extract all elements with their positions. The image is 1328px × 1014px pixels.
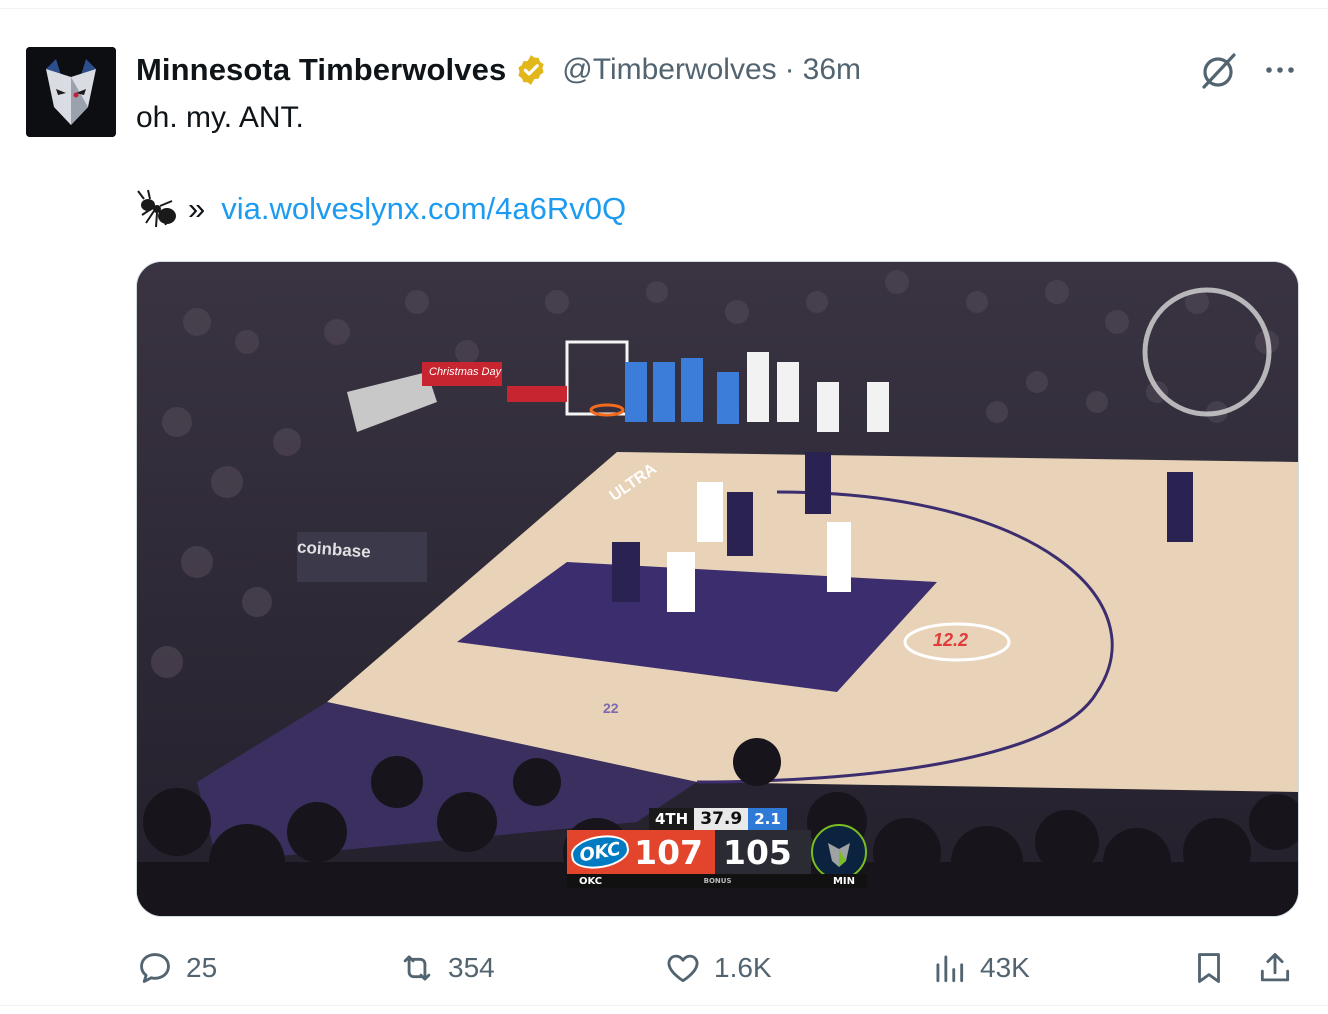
court-clock-display: 12.2 bbox=[933, 630, 969, 650]
game-period: 4TH bbox=[649, 808, 695, 830]
reply-count: 25 bbox=[186, 952, 218, 983]
views-count: 43K bbox=[980, 952, 1030, 983]
link-prefix: » bbox=[188, 191, 206, 226]
user-handle[interactable]: @Timberwolves bbox=[562, 53, 776, 87]
shot-clock: 2.1 bbox=[748, 808, 787, 830]
tweet-text: oh. my. ANT. bbox=[136, 101, 304, 134]
bonus-indicator: BONUS bbox=[703, 877, 732, 885]
tweet-video[interactable]: coinbase ULTRA Christmas Day 12.2 22 4TH… bbox=[136, 261, 1299, 917]
separator-dot: · bbox=[784, 53, 795, 86]
ant-emoji-icon bbox=[137, 189, 176, 228]
home-abbr: OKC bbox=[579, 875, 603, 887]
repost-icon bbox=[403, 955, 431, 981]
like-button[interactable]: 1.6K bbox=[664, 945, 772, 991]
scorebug-top: 4TH 37.9 2.1 bbox=[649, 808, 787, 830]
wolf-logo-icon bbox=[26, 47, 116, 137]
reply-button[interactable]: 25 bbox=[136, 945, 217, 991]
scorebug: 4TH 37.9 2.1 OKC 107 105 OKC BONUS MIN bbox=[567, 808, 867, 888]
profile-avatar[interactable] bbox=[26, 47, 116, 137]
repost-count: 354 bbox=[448, 952, 495, 983]
away-score-panel: 105 bbox=[715, 830, 811, 874]
more-icon[interactable] bbox=[1258, 55, 1302, 85]
banner-text: Christmas Day bbox=[429, 366, 502, 378]
tweet-card[interactable]: Minnesota Timberwolves @Timberwolves · 3… bbox=[0, 8, 1328, 1006]
repost-button[interactable]: 354 bbox=[398, 945, 495, 991]
share-button[interactable] bbox=[1256, 945, 1294, 991]
share-icon bbox=[1260, 953, 1290, 982]
scorebug-bottom: OKC BONUS MIN bbox=[567, 874, 867, 888]
timestamp[interactable]: 36m bbox=[803, 53, 861, 87]
home-score-panel: OKC 107 bbox=[567, 830, 715, 874]
state-farm-banner bbox=[507, 386, 567, 402]
tweet-header: Minnesota Timberwolves @Timberwolves · 3… bbox=[136, 51, 861, 89]
okc-logo-icon: OKC bbox=[568, 831, 632, 873]
like-icon bbox=[667, 954, 699, 983]
views-button[interactable]: 43K bbox=[930, 945, 1030, 991]
bookmark-button[interactable] bbox=[1190, 945, 1228, 991]
away-abbr: MIN bbox=[832, 875, 855, 887]
wolves-logo-icon bbox=[811, 824, 867, 880]
tweet-link[interactable]: via.wolveslynx.com/4a6Rv0Q bbox=[221, 191, 626, 227]
tweet-link-line: » via.wolveslynx.com/4a6Rv0Q bbox=[136, 187, 626, 231]
grok-icon[interactable] bbox=[1196, 49, 1240, 93]
views-icon bbox=[936, 955, 964, 983]
away-score: 105 bbox=[723, 832, 792, 872]
reply-icon bbox=[140, 953, 170, 983]
player-number: 22 bbox=[603, 700, 619, 716]
bookmark-icon bbox=[1198, 953, 1220, 983]
tweet-actions: 25 354 1.6K 43K bbox=[136, 945, 1300, 991]
home-score: 107 bbox=[634, 832, 703, 872]
scorebug-main: OKC 107 105 bbox=[567, 824, 867, 880]
verified-badge-icon[interactable] bbox=[514, 53, 548, 87]
like-count: 1.6K bbox=[714, 952, 772, 983]
game-clock: 37.9 bbox=[694, 808, 749, 830]
display-name[interactable]: Minnesota Timberwolves bbox=[136, 52, 506, 88]
